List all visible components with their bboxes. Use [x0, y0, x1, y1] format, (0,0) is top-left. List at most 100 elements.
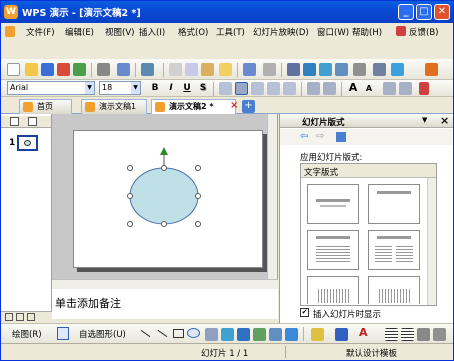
feedback-icon[interactable]: [396, 26, 406, 36]
layout-title-slide[interactable]: [307, 184, 359, 224]
show-on-insert-checkbox[interactable]: ✔: [300, 308, 309, 317]
line-color-icon[interactable]: [335, 328, 348, 341]
open-icon[interactable]: [25, 63, 38, 76]
arrow-style-icon[interactable]: [417, 328, 430, 341]
new-icon[interactable]: [7, 63, 20, 76]
document-icon[interactable]: [5, 26, 15, 37]
print-preview-icon[interactable]: [117, 63, 130, 76]
draw-menu[interactable]: 绘图(R): [12, 328, 42, 340]
ellipse-icon[interactable]: [187, 328, 200, 338]
menu-insert[interactable]: 插入(I): [139, 26, 165, 38]
underline-button[interactable]: U: [181, 82, 193, 95]
line-style-icon[interactable]: [385, 328, 398, 341]
menu-edit[interactable]: 编辑(E): [65, 26, 94, 38]
shrink-font-button[interactable]: A: [363, 82, 375, 95]
formula-icon[interactable]: [287, 63, 300, 76]
tab-close-icon[interactable]: ×: [230, 100, 238, 111]
tab-presentation-2[interactable]: 演示文稿2 *: [151, 99, 236, 114]
minimize-button[interactable]: _: [398, 4, 414, 20]
shadow-button[interactable]: S: [197, 82, 209, 95]
insert-table-icon[interactable]: [319, 63, 332, 76]
slide-sorter-icon[interactable]: [16, 313, 24, 321]
fill-color-icon[interactable]: [311, 328, 324, 341]
layout-scrollbar[interactable]: [427, 178, 436, 305]
export-pdf-icon[interactable]: [57, 63, 70, 76]
menu-feedback[interactable]: 反馈(B): [409, 26, 438, 38]
outline-view-icon[interactable]: [10, 117, 19, 126]
menu-tools[interactable]: 工具(T): [216, 26, 245, 38]
menu-help[interactable]: 帮助(H): [352, 26, 382, 38]
print-icon[interactable]: [97, 63, 110, 76]
horizontal-scrollbar[interactable]: [52, 279, 278, 289]
shadow-style-icon[interactable]: [433, 328, 446, 341]
maximize-button[interactable]: □: [416, 4, 432, 20]
dash-style-icon[interactable]: [401, 328, 414, 341]
menu-view[interactable]: 视图(V): [105, 26, 134, 38]
ellipse-shape[interactable]: [129, 167, 199, 225]
rectangle-icon[interactable]: [173, 329, 184, 338]
align-left-icon[interactable]: [219, 82, 232, 95]
help-icon[interactable]: [391, 63, 404, 76]
tab-presentation-1[interactable]: 演示文稿1: [81, 99, 147, 114]
new-tab-button[interactable]: +: [242, 100, 255, 113]
align-right-icon[interactable]: [251, 82, 264, 95]
zoom-icon[interactable]: [373, 63, 386, 76]
menu-slideshow[interactable]: 幻灯片放映(D): [253, 26, 309, 38]
save-icon[interactable]: [41, 63, 54, 76]
layout-content-3[interactable]: [307, 276, 359, 304]
close-button[interactable]: ✕: [434, 4, 450, 20]
slide-thumbnail[interactable]: [17, 135, 38, 151]
notes-pane[interactable]: 单击添加备注: [52, 289, 278, 319]
grid-icon[interactable]: [353, 63, 366, 76]
mail-icon[interactable]: [73, 63, 86, 76]
cut-icon[interactable]: [169, 63, 182, 76]
forward-arrow-icon[interactable]: ⇨: [316, 131, 324, 142]
layout-two-content[interactable]: [368, 230, 420, 270]
menu-format[interactable]: 格式(O): [178, 26, 208, 38]
tab-home[interactable]: 首页: [19, 99, 72, 114]
justify-icon[interactable]: [267, 82, 280, 95]
normal-view-icon[interactable]: [5, 313, 13, 321]
slideshow-view-icon[interactable]: [27, 313, 35, 321]
insert-picture-icon[interactable]: [335, 63, 348, 76]
increase-indent-icon[interactable]: [399, 82, 412, 95]
font-color-icon[interactable]: A: [359, 326, 368, 339]
autoshapes-menu[interactable]: 自选图形(U): [79, 328, 126, 340]
slide-canvas[interactable]: [73, 130, 263, 268]
wps-online-icon[interactable]: [425, 63, 438, 76]
font-size-select[interactable]: 18 ▼: [99, 81, 141, 95]
bold-button[interactable]: B: [149, 82, 161, 95]
home-icon[interactable]: [336, 132, 346, 142]
arrow-icon[interactable]: [157, 329, 168, 338]
vertical-scrollbar[interactable]: [267, 114, 277, 279]
task-pane-close-icon[interactable]: ×: [440, 114, 449, 127]
back-arrow-icon[interactable]: ⇦: [300, 131, 308, 142]
layout-title-only[interactable]: [368, 184, 420, 224]
undo-icon[interactable]: [243, 63, 256, 76]
copy-icon[interactable]: [185, 63, 198, 76]
wordart-icon[interactable]: [221, 328, 234, 341]
rotation-handle[interactable]: [160, 147, 168, 155]
textbox-icon[interactable]: [205, 328, 218, 341]
menu-file[interactable]: 文件(F): [26, 26, 55, 38]
layout-title-content[interactable]: [307, 230, 359, 270]
layout-content-4[interactable]: [368, 276, 420, 304]
wps-app-icon[interactable]: W: [4, 5, 18, 19]
grow-font-button[interactable]: A: [347, 81, 359, 94]
line-icon[interactable]: [140, 329, 151, 338]
paste-icon[interactable]: [201, 63, 214, 76]
slides-view-icon[interactable]: [28, 117, 37, 126]
distribute-icon[interactable]: [283, 82, 296, 95]
dropdown-icon[interactable]: ▼: [422, 116, 427, 124]
redo-icon[interactable]: [263, 63, 276, 76]
diagram-icon[interactable]: [237, 328, 250, 341]
menu-window[interactable]: 窗口(W): [317, 26, 349, 38]
insert-media-icon[interactable]: [285, 328, 298, 341]
format-painter-icon[interactable]: [219, 63, 232, 76]
numbering-icon[interactable]: [307, 82, 320, 95]
decrease-indent-icon[interactable]: [383, 82, 396, 95]
spellcheck-icon[interactable]: [141, 63, 154, 76]
font-color-icon[interactable]: [419, 82, 429, 95]
insert-chart-icon[interactable]: [303, 63, 316, 76]
select-arrow-icon[interactable]: [57, 327, 69, 340]
